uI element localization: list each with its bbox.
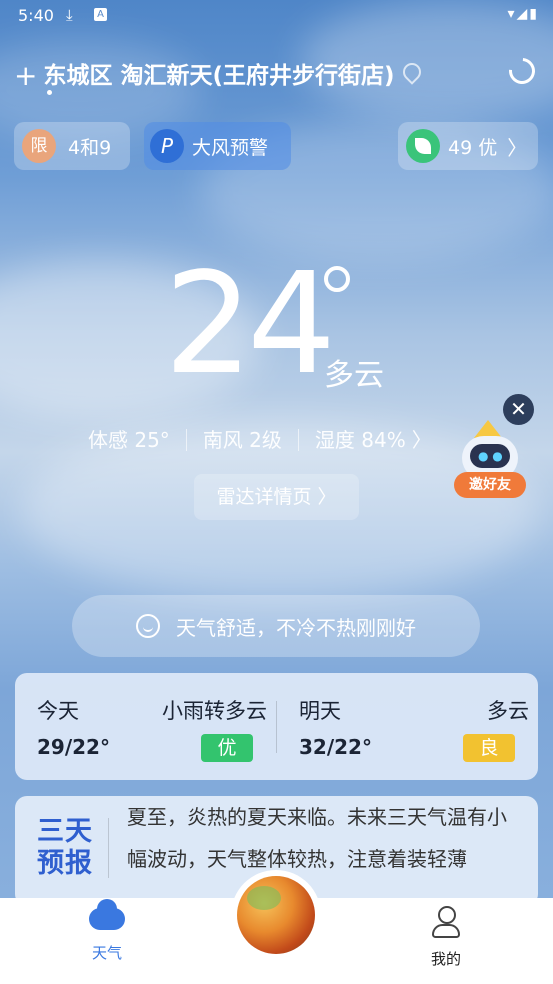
forecast-day: 明天 xyxy=(299,699,341,723)
tip-text: 天气舒适，不冷不热刚刚好 xyxy=(176,615,416,640)
warning-text: 大风预警 xyxy=(192,136,269,159)
forecast-temp: 29/22° xyxy=(37,735,110,759)
aqi-badge: 良 xyxy=(463,734,515,762)
location-pin-icon xyxy=(398,59,425,85)
degree-symbol-icon xyxy=(324,266,350,292)
forecast-day: 今天 xyxy=(37,699,79,723)
status-bar: 5:40 ⤓ A ▾◢▮ xyxy=(0,0,553,34)
user-icon xyxy=(432,906,460,940)
close-icon[interactable]: ✕ xyxy=(503,394,534,425)
a-notification-icon: A xyxy=(94,8,107,21)
chevron-right-icon: 〉 xyxy=(507,135,528,160)
invite-friend-robot[interactable]: ● ● 邀好友 xyxy=(452,416,528,500)
radar-details-button[interactable]: 雷达详情页 〉 xyxy=(194,474,359,520)
forecast-temp: 32/22° xyxy=(299,735,372,759)
location-name: 东城区 淘汇新天(王府井步行街店) xyxy=(43,63,395,89)
current-condition: 多云 xyxy=(324,358,384,393)
leaf-icon xyxy=(406,129,440,163)
feels-like: 体感 25° xyxy=(88,428,170,452)
aqi-badge: 优 xyxy=(201,734,253,762)
globe-button[interactable] xyxy=(231,870,321,960)
cloud-icon xyxy=(89,899,125,930)
traffic-limit-pill[interactable]: 限 4和9 xyxy=(14,122,130,170)
page-indicator-dot xyxy=(47,90,52,95)
forecast-today[interactable]: 今天 小雨转多云 29/22° 优 xyxy=(37,673,267,780)
wind-warning-icon: P xyxy=(150,129,184,163)
forecast-condition: 小雨转多云 xyxy=(162,699,267,723)
current-temperature: 24 xyxy=(164,243,336,406)
forecast-condition: 多云 xyxy=(487,699,529,723)
air-quality-pill[interactable]: 49 优 〉 xyxy=(398,122,538,170)
wind: 南风 2级 xyxy=(202,428,282,452)
tab-mine-label: 我的 xyxy=(430,950,461,968)
plus-icon[interactable]: + xyxy=(14,59,37,92)
humidity: 湿度 84% xyxy=(314,428,406,452)
location-header[interactable]: + 东城区 淘汇新天(王府井步行街店) xyxy=(14,56,425,92)
status-time: 5:40 xyxy=(18,6,54,25)
two-day-forecast-card[interactable]: 今天 小雨转多云 29/22° 优 明天 多云 32/22° 良 xyxy=(15,673,538,780)
aqi-text: 49 优 xyxy=(448,136,498,159)
weather-details-row[interactable]: 体感 25° 南风 2级 湿度 84% 〉 xyxy=(88,424,432,453)
three-day-tag: 三天预报 xyxy=(37,816,93,879)
wind-warning-pill[interactable]: P 大风预警 xyxy=(144,122,291,170)
limit-text: 4和9 xyxy=(68,136,112,159)
three-day-text: 夏至，炎热的夏天来临。未来三天气温有小幅波动，天气整体较热，注意着装轻薄 xyxy=(127,805,507,871)
tab-mine[interactable]: 我的 xyxy=(396,906,496,969)
tab-weather-label: 天气 xyxy=(91,944,122,962)
globe-icon xyxy=(237,876,315,954)
forecast-tomorrow[interactable]: 明天 多云 32/22° 良 xyxy=(299,673,529,780)
divider xyxy=(276,701,277,753)
chevron-right-icon: 〉 xyxy=(411,428,432,452)
comfort-tip: 天气舒适，不冷不热刚刚好 xyxy=(72,595,480,657)
download-icon: ⤓ xyxy=(66,6,73,24)
tab-weather[interactable]: 天气 xyxy=(57,899,157,963)
signal-icon: ▾◢▮ xyxy=(507,6,539,22)
smile-icon xyxy=(136,614,160,638)
invite-friend-label: 邀好友 xyxy=(454,472,526,498)
limit-badge: 限 xyxy=(22,129,56,163)
